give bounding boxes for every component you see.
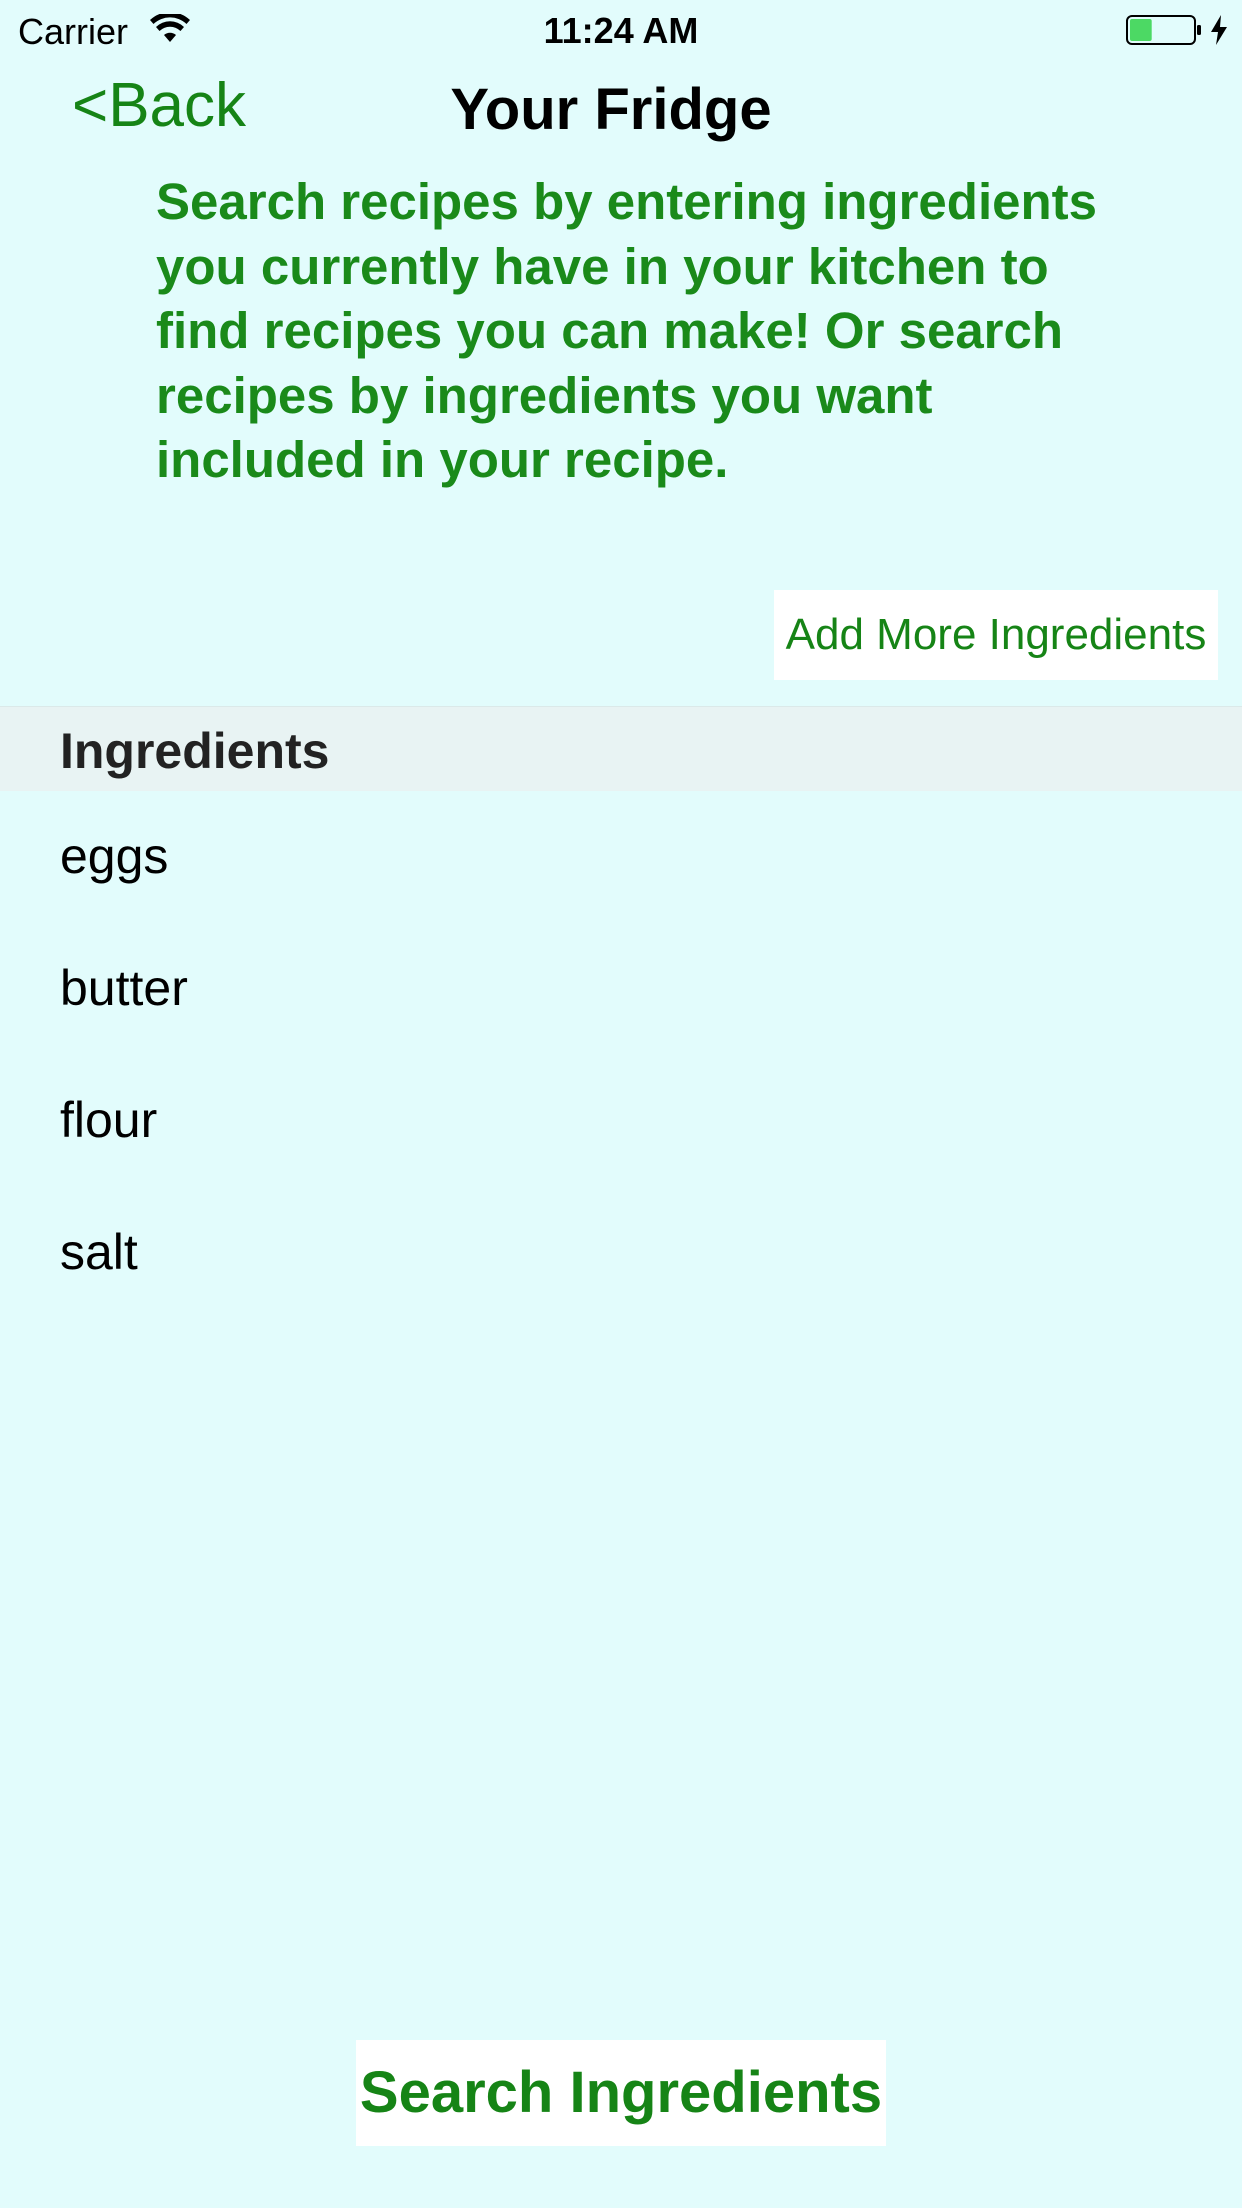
ingredient-row[interactable]: salt (0, 1186, 1242, 1318)
ingredient-row[interactable]: eggs (0, 790, 1242, 922)
battery-level-fill (1130, 19, 1152, 41)
ingredient-row[interactable]: flour (0, 1054, 1242, 1186)
status-bar: Carrier 11:24 AM (0, 0, 1242, 60)
fridge-screen: Carrier 11:24 AM <Back Your Fridge Searc… (0, 0, 1242, 2208)
ingredient-label: eggs (60, 828, 169, 884)
add-more-ingredients-button[interactable]: Add More Ingredients (774, 590, 1218, 680)
search-ingredients-button[interactable]: Search Ingredients (356, 2040, 886, 2146)
instructions-text: Search recipes by entering ingredients y… (156, 173, 1097, 488)
ingredient-label: salt (60, 1224, 138, 1280)
ingredients-section-header: Ingredients (0, 706, 1242, 791)
ingredient-label: flour (60, 1092, 158, 1148)
charging-bolt-icon (1211, 15, 1227, 45)
ingredient-list: eggs butter flour salt (0, 790, 1242, 1318)
clock: 11:24 AM (543, 10, 699, 51)
section-header-label: Ingredients (60, 723, 330, 779)
ingredient-label: butter (60, 960, 188, 1016)
ingredient-row[interactable]: butter (0, 922, 1242, 1054)
page-title: Your Fridge (450, 77, 772, 142)
battery-icon (1126, 15, 1201, 45)
